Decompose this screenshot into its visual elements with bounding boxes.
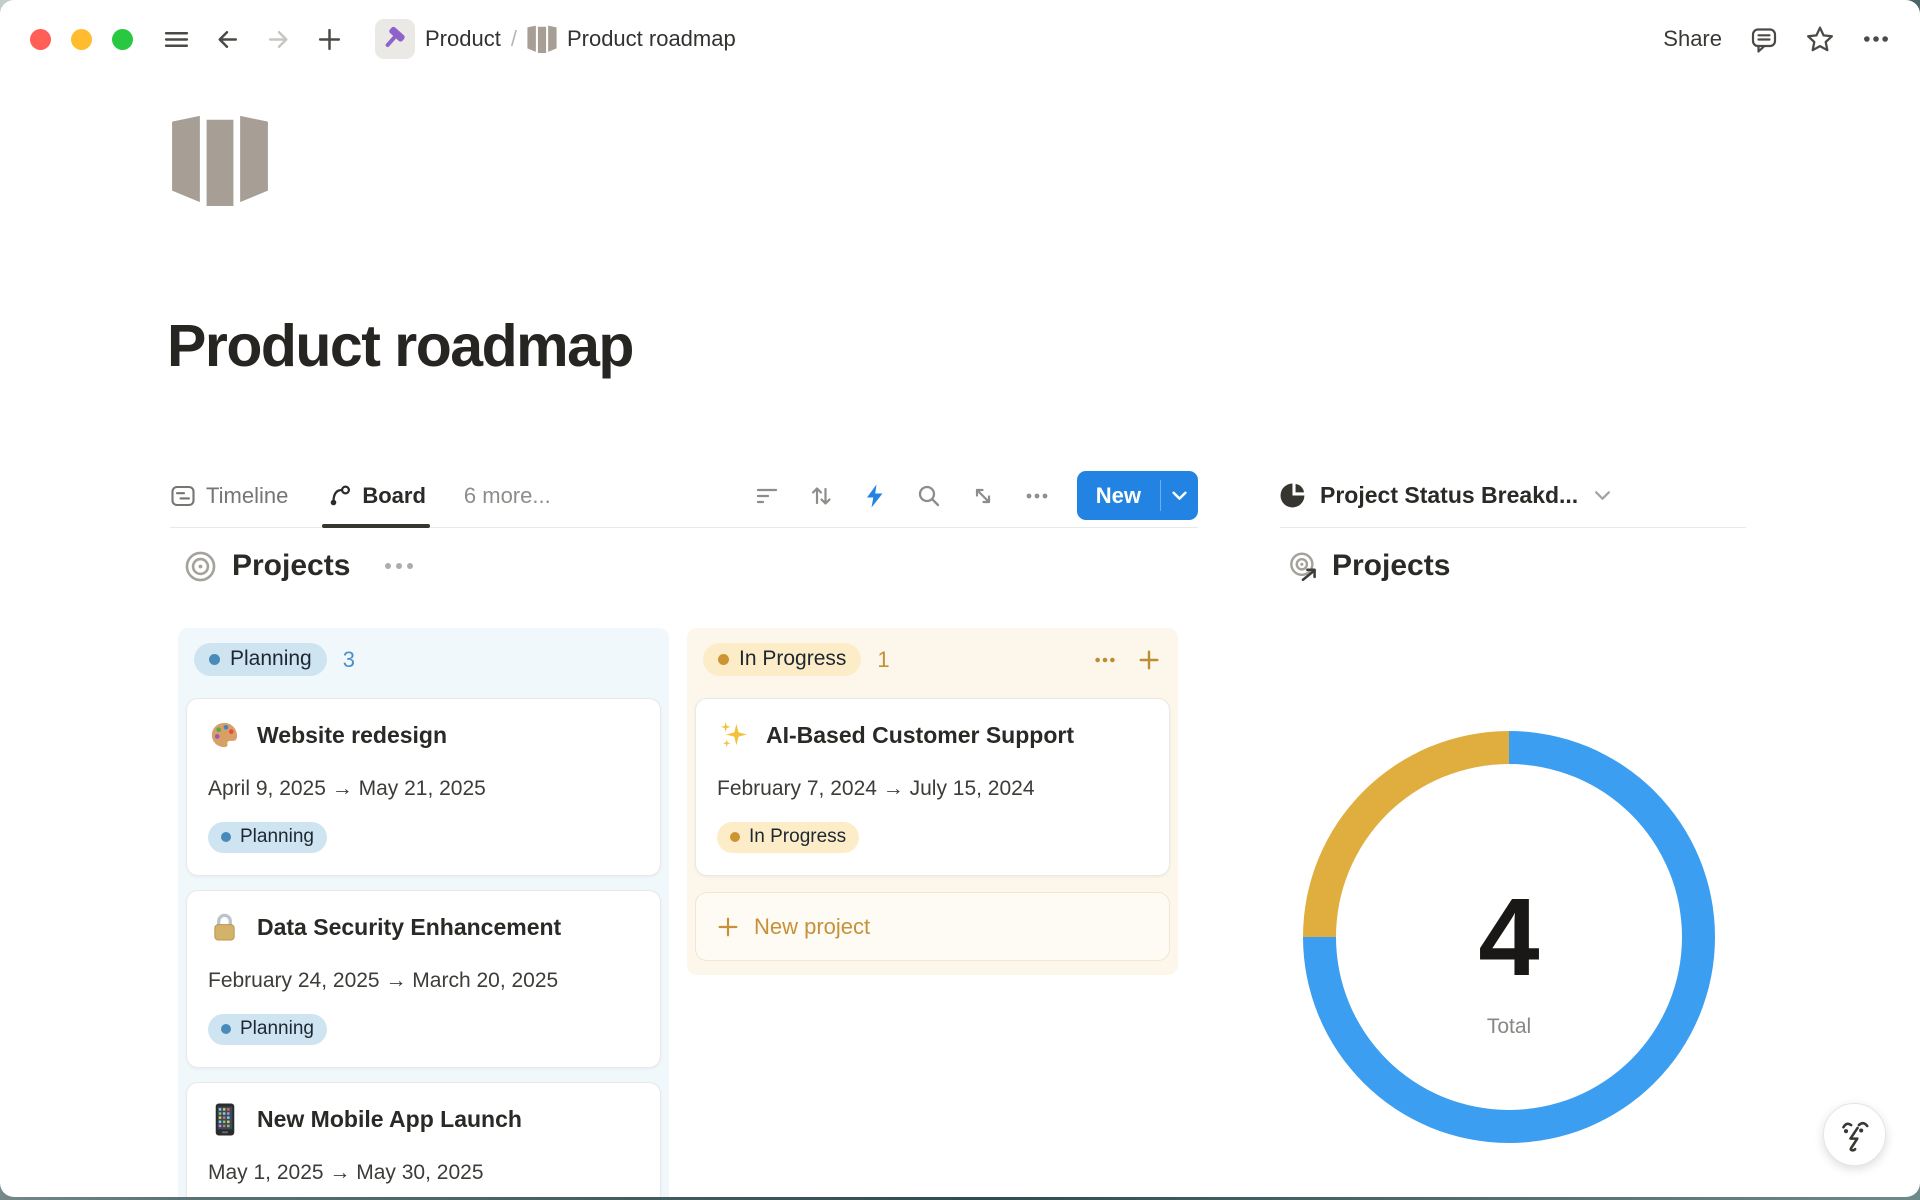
- column-more-icon[interactable]: [1092, 647, 1118, 673]
- minimize-button[interactable]: [71, 29, 92, 50]
- card-dates: February 24, 2025 → March 20, 2025: [208, 969, 639, 993]
- chart-section-title[interactable]: Projects: [1332, 549, 1450, 583]
- hammer-icon: [382, 26, 408, 52]
- new-button-label[interactable]: New: [1077, 471, 1160, 520]
- notion-ai-face-icon: [1837, 1117, 1873, 1153]
- breadcrumb-teamspace-label[interactable]: Product: [425, 26, 501, 52]
- status-donut-chart[interactable]: 4 Total: [1303, 731, 1715, 1143]
- card-dates: February 7, 2024 → July 15, 2024: [717, 777, 1148, 801]
- status-dot: [209, 654, 220, 665]
- card-title: Data Security Enhancement: [257, 914, 561, 941]
- plus-icon[interactable]: [316, 26, 343, 53]
- pie-chart-icon: [1280, 482, 1307, 509]
- timeline-icon: [170, 483, 196, 509]
- breadcrumb-separator: /: [511, 26, 517, 52]
- column-planning-header: Planning 3: [186, 638, 661, 684]
- column-in-progress-header: In Progress 1: [695, 638, 1170, 684]
- chart-view-title[interactable]: Project Status Breakd...: [1320, 482, 1578, 509]
- page-title: Product roadmap: [167, 312, 633, 380]
- share-button[interactable]: Share: [1663, 26, 1722, 52]
- sort-icon[interactable]: [807, 482, 835, 510]
- page-icon-map[interactable]: [172, 114, 268, 206]
- breadcrumb-page-label[interactable]: Product roadmap: [567, 26, 736, 52]
- forward-icon[interactable]: [265, 26, 292, 53]
- status-pill-label: Planning: [230, 647, 312, 671]
- status-pill-label: In Progress: [739, 647, 846, 671]
- chart-view-header[interactable]: Project Status Breakd...: [1280, 464, 1746, 528]
- donut-total-value: 4: [1478, 883, 1539, 993]
- tab-timeline[interactable]: Timeline: [170, 464, 288, 527]
- donut-center: 4 Total: [1303, 755, 1715, 1167]
- new-project-button[interactable]: New project: [695, 892, 1170, 961]
- back-icon[interactable]: [214, 26, 241, 53]
- map-icon: [527, 25, 557, 53]
- card-ai-customer-support[interactable]: AI-Based Customer Support February 7, 20…: [695, 698, 1170, 876]
- menu-icon[interactable]: [163, 26, 190, 53]
- column-count: 1: [877, 647, 889, 673]
- new-button[interactable]: New: [1077, 471, 1198, 520]
- topbar-actions: Share: [1663, 25, 1890, 53]
- chevron-down-icon[interactable]: [1161, 471, 1198, 520]
- card-tag-pill: Planning: [208, 1014, 327, 1045]
- status-dot: [718, 654, 729, 665]
- lock-emoji: [208, 911, 241, 944]
- column-count: 3: [343, 647, 355, 673]
- filter-icon[interactable]: [753, 482, 781, 510]
- plus-icon: [716, 915, 740, 939]
- star-icon[interactable]: [1806, 25, 1834, 53]
- card-title: New Mobile App Launch: [257, 1106, 522, 1133]
- sparkles-emoji: [717, 719, 750, 752]
- board-columns: Planning 3 Website redesign April 9, 202…: [178, 628, 1178, 1197]
- donut-total-label: Total: [1487, 1015, 1531, 1039]
- tab-timeline-label: Timeline: [206, 483, 288, 509]
- automation-bolt-icon[interactable]: [861, 482, 889, 510]
- card-dates: April 9, 2025 → May 21, 2025: [208, 777, 639, 801]
- more-icon[interactable]: [1862, 25, 1890, 53]
- search-icon[interactable]: [915, 482, 943, 510]
- expand-icon[interactable]: [969, 482, 997, 510]
- new-project-label: New project: [754, 914, 870, 940]
- more-views-button[interactable]: 6 more...: [464, 483, 551, 509]
- breadcrumb-teamspace[interactable]: [375, 19, 415, 59]
- status-pill-planning[interactable]: Planning: [194, 643, 327, 676]
- view-tab-bar: Timeline Board 6 more... New: [170, 464, 1198, 528]
- more-icon[interactable]: [1023, 482, 1051, 510]
- card-website-redesign[interactable]: Website redesign April 9, 2025 → May 21,…: [186, 698, 661, 876]
- mobile-phone-emoji: [208, 1103, 241, 1136]
- close-button[interactable]: [30, 29, 51, 50]
- board-icon: [326, 483, 352, 509]
- card-title: AI-Based Customer Support: [766, 722, 1074, 749]
- app-window: Product / Product roadmap Share Product …: [0, 0, 1920, 1197]
- board-section-header: Projects: [184, 549, 413, 583]
- card-mobile-app[interactable]: New Mobile App Launch May 1, 2025 → May …: [186, 1082, 661, 1197]
- card-dates: May 1, 2025 → May 30, 2025: [208, 1161, 639, 1185]
- comment-icon[interactable]: [1750, 25, 1778, 53]
- target-icon: [184, 550, 217, 583]
- section-more-icon[interactable]: [385, 563, 413, 569]
- column-add-icon[interactable]: [1136, 647, 1162, 673]
- palette-emoji: [208, 719, 241, 752]
- board-section-title[interactable]: Projects: [232, 549, 350, 583]
- zoom-button[interactable]: [112, 29, 133, 50]
- card-title: Website redesign: [257, 722, 447, 749]
- tab-board[interactable]: Board: [326, 464, 426, 527]
- traffic-lights: [30, 29, 133, 50]
- chevron-down-icon[interactable]: [1594, 490, 1611, 501]
- card-tag-pill: In Progress: [717, 822, 859, 853]
- chart-section-header: Projects: [1288, 549, 1450, 583]
- topbar: Product / Product roadmap Share: [0, 0, 1920, 78]
- tab-board-label: Board: [362, 483, 426, 509]
- card-tag-pill: Planning: [208, 822, 327, 853]
- linked-target-icon: [1288, 551, 1319, 582]
- column-in-progress: In Progress 1 AI-Based Customer Sup: [687, 628, 1178, 975]
- column-planning: Planning 3 Website redesign April 9, 202…: [178, 628, 669, 1197]
- status-pill-in-progress[interactable]: In Progress: [703, 643, 861, 676]
- notion-ai-button[interactable]: [1823, 1103, 1886, 1166]
- card-data-security[interactable]: Data Security Enhancement February 24, 2…: [186, 890, 661, 1068]
